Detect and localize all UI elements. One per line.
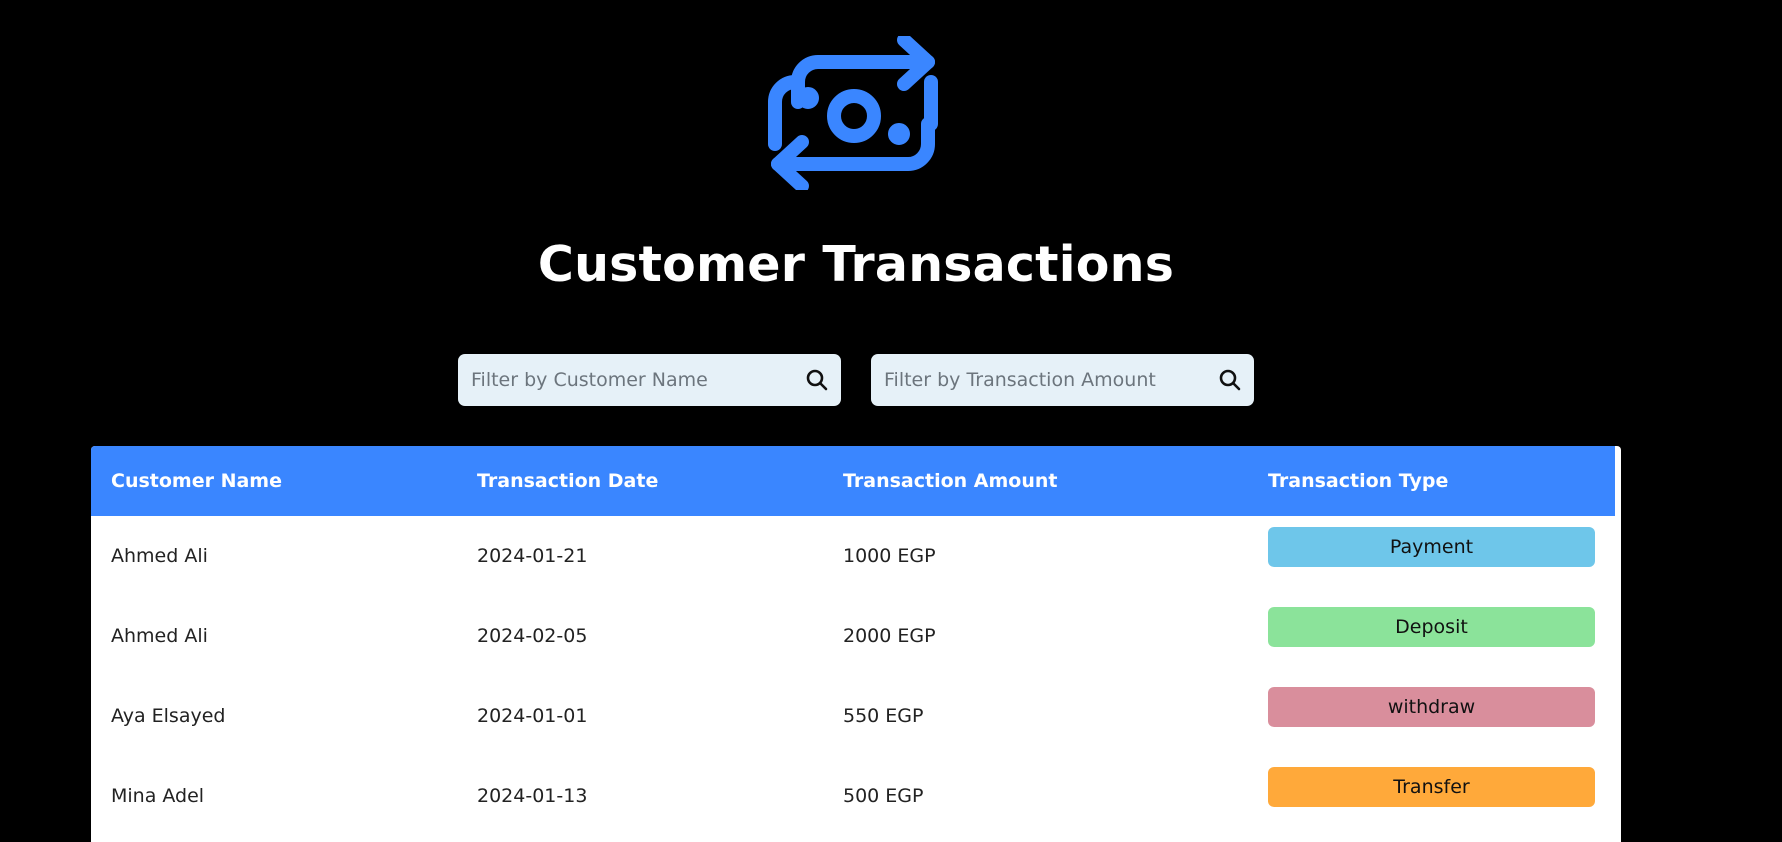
table-row[interactable]: Mina Adel 2024-01-13 500 EGP Transfer: [91, 756, 1615, 836]
transaction-amount-cell: 500 EGP: [843, 785, 924, 807]
column-header-transaction-date[interactable]: Transaction Date: [457, 446, 823, 516]
customer-name-cell: Mina Adel: [111, 785, 205, 807]
transaction-amount-cell: 2000 EGP: [843, 625, 936, 647]
column-header-transaction-type[interactable]: Transaction Type: [1248, 446, 1615, 516]
column-header-transaction-amount[interactable]: Transaction Amount: [823, 446, 1248, 516]
table-header-row: Customer Name Transaction Date Transacti…: [91, 446, 1615, 516]
table-row[interactable]: Aya Elsayed 2024-01-01 550 EGP withdraw: [91, 676, 1615, 756]
transaction-date-cell: 2024-01-01: [477, 705, 588, 727]
page-title: Customer Transactions: [537, 236, 1175, 293]
transaction-amount-filter[interactable]: [871, 354, 1254, 406]
transaction-type-badge: Payment: [1268, 527, 1595, 567]
transaction-type-cell: withdraw: [1248, 676, 1615, 756]
transaction-date-cell: 2024-02-05: [477, 625, 588, 647]
transaction-type-badge: withdraw: [1268, 687, 1595, 727]
transaction-type-cell: Deposit: [1248, 596, 1615, 676]
transaction-amount-filter-input[interactable]: [871, 354, 1254, 406]
customer-name-cell: Ahmed Ali: [111, 625, 208, 647]
page: Customer Transactions Customer Name: [0, 0, 1782, 842]
transaction-date-cell: 2024-01-13: [477, 785, 588, 807]
transaction-amount-cell: 1000 EGP: [843, 545, 936, 567]
column-header-customer-name[interactable]: Customer Name: [91, 446, 457, 516]
customer-name-cell: Ahmed Ali: [111, 545, 208, 567]
customer-name-cell: Aya Elsayed: [111, 705, 226, 727]
transaction-type-badge: Transfer: [1268, 767, 1595, 807]
transaction-amount-cell: 550 EGP: [843, 705, 924, 727]
transaction-type-cell: Transfer: [1248, 756, 1615, 836]
search-icon[interactable]: [1218, 368, 1242, 392]
table-row[interactable]: Ahmed Ali 2024-02-05 2000 EGP Deposit: [91, 596, 1615, 676]
money-exchange-icon: [768, 36, 938, 190]
customer-name-filter[interactable]: [458, 354, 841, 406]
transactions-table-container: Customer Name Transaction Date Transacti…: [91, 446, 1621, 842]
transactions-table: Customer Name Transaction Date Transacti…: [91, 446, 1615, 836]
table-row[interactable]: Ahmed Ali 2024-01-21 1000 EGP Payment: [91, 516, 1615, 596]
customer-name-filter-input[interactable]: [458, 354, 841, 406]
search-icon[interactable]: [805, 368, 829, 392]
transaction-type-cell: Payment: [1248, 516, 1615, 596]
transaction-type-badge: Deposit: [1268, 607, 1595, 647]
transaction-date-cell: 2024-01-21: [477, 545, 588, 567]
